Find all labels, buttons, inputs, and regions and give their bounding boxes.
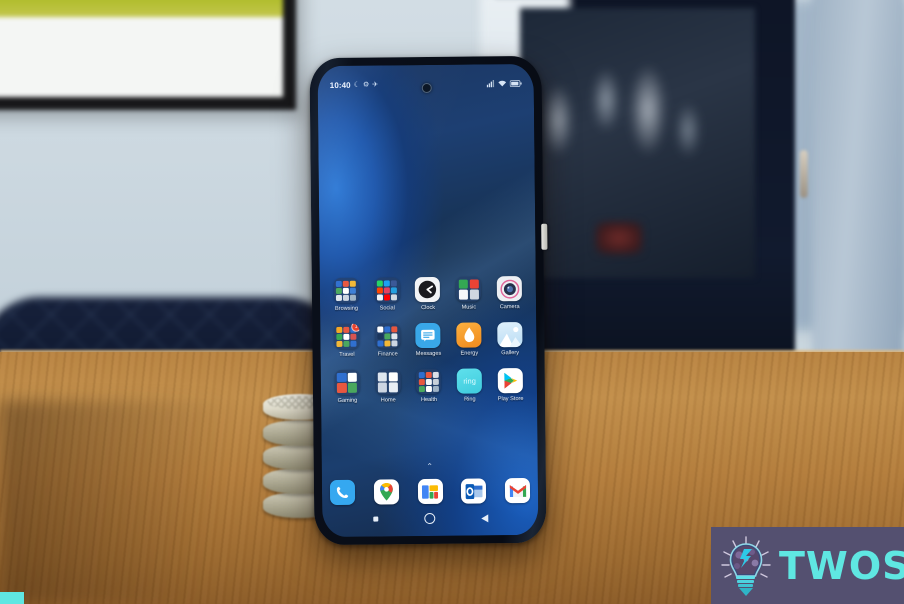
folder-icon[interactable] [333, 277, 359, 303]
app-social[interactable]: Social [367, 277, 408, 312]
app-label: Home [380, 397, 396, 404]
app-music[interactable]: Music [448, 276, 489, 311]
app-clock[interactable]: Clock [407, 276, 448, 312]
folder-icon[interactable] [416, 368, 442, 395]
framed-picture [0, 0, 296, 110]
folder-tiles [418, 371, 439, 392]
app-travel[interactable]: 1 Travel [326, 323, 367, 358]
app-grid: Browsing Social Clock Music Camera 1 Tra… [326, 276, 531, 404]
app-label: Messages [415, 350, 442, 358]
navigation-bar [322, 512, 538, 525]
ring-icon[interactable]: ring [456, 368, 483, 394]
flame-icon[interactable] [456, 322, 482, 348]
gmail-icon[interactable] [504, 477, 531, 504]
app-label: Energy [460, 350, 479, 357]
table-shadow [0, 400, 300, 604]
app-ring[interactable]: ring Ring [449, 368, 490, 403]
app-gallery[interactable]: Gallery [489, 322, 530, 356]
app-label: Play Store [497, 396, 524, 403]
app-label: Social [379, 305, 395, 312]
gear-icon: ⚙ [362, 81, 370, 89]
app-label: Ring [464, 396, 476, 403]
room-scene: 10:40 ☾ ⚙ ✈ Browsing Social Clock Music … [0, 0, 904, 604]
app-label: Gallery [501, 350, 520, 357]
camera-icon[interactable] [496, 276, 523, 302]
folder-icon[interactable]: 1 [334, 323, 360, 349]
watermark-accent-strip [0, 592, 24, 604]
gallery-icon[interactable] [497, 322, 523, 348]
status-bar-right [486, 79, 522, 88]
messages-icon[interactable] [415, 322, 441, 349]
airplane-icon: ✈ [372, 81, 379, 89]
folder-icon[interactable] [375, 369, 401, 395]
battery-icon [509, 79, 522, 87]
recents-square-icon[interactable] [372, 516, 378, 522]
folder-tiles [377, 371, 399, 393]
power-button[interactable] [541, 223, 548, 250]
app-energy[interactable]: Energy [449, 322, 490, 357]
phone-screen[interactable]: 10:40 ☾ ⚙ ✈ Browsing Social Clock Music … [317, 63, 539, 538]
app-home[interactable]: Home [368, 369, 409, 403]
clock-icon[interactable] [415, 276, 441, 303]
folder-icon[interactable] [374, 323, 401, 349]
watermark-text: TWOS [779, 543, 904, 588]
app-label: Travel [339, 351, 355, 358]
lightbulb-icon [719, 535, 773, 597]
status-time: 10:40 [329, 80, 351, 90]
app-gaming[interactable]: Gaming [327, 369, 368, 404]
play-store-icon[interactable] [497, 368, 524, 394]
folder-tiles [336, 280, 357, 301]
dock [329, 477, 531, 506]
folder-tiles [377, 325, 398, 347]
punch-hole-camera [421, 82, 432, 94]
folder-tiles [337, 372, 358, 393]
app-label: Finance [377, 351, 398, 358]
cabinet-right-door [812, 0, 904, 360]
app-label: Health [420, 396, 438, 404]
app-finance[interactable]: Finance [367, 323, 408, 358]
app-browsing[interactable]: Browsing [326, 277, 367, 312]
app-label: Browsing [334, 305, 359, 312]
cabinet-handle-icon [800, 150, 808, 198]
app-messages[interactable]: Messages [408, 322, 449, 358]
app-camera[interactable]: Camera [489, 276, 530, 310]
cabinet-red-object [596, 222, 642, 254]
app-health[interactable]: Health [408, 368, 449, 404]
app-play-store[interactable]: Play Store [490, 368, 531, 402]
app-label: Gaming [337, 397, 358, 404]
moon-icon: ☾ [353, 81, 361, 89]
app-label: Music [461, 304, 477, 311]
glassware [528, 30, 718, 240]
back-triangle-icon[interactable] [480, 513, 488, 522]
app-label: Clock [421, 304, 436, 312]
home-circle-icon[interactable] [423, 512, 435, 525]
folder-icon[interactable] [456, 276, 482, 302]
news-icon[interactable] [417, 478, 443, 505]
folder-icon[interactable] [334, 369, 360, 395]
folder-tiles [376, 279, 398, 301]
smartphone[interactable]: 10:40 ☾ ⚙ ✈ Browsing Social Clock Music … [309, 55, 548, 546]
status-bar-left: 10:40 ☾ ⚙ ✈ [329, 80, 379, 90]
maps-icon[interactable] [373, 479, 399, 505]
outlook-icon[interactable] [461, 478, 487, 504]
picture-art [0, 0, 283, 17]
signal-icon [486, 79, 495, 88]
folder-tiles [458, 278, 479, 300]
wifi-icon [498, 80, 507, 87]
app-label: Camera [499, 304, 520, 311]
folder-icon[interactable] [374, 277, 400, 303]
phone-icon[interactable] [329, 479, 356, 506]
twos-watermark: TWOS [711, 527, 904, 604]
notification-badge: 1 [351, 323, 360, 332]
